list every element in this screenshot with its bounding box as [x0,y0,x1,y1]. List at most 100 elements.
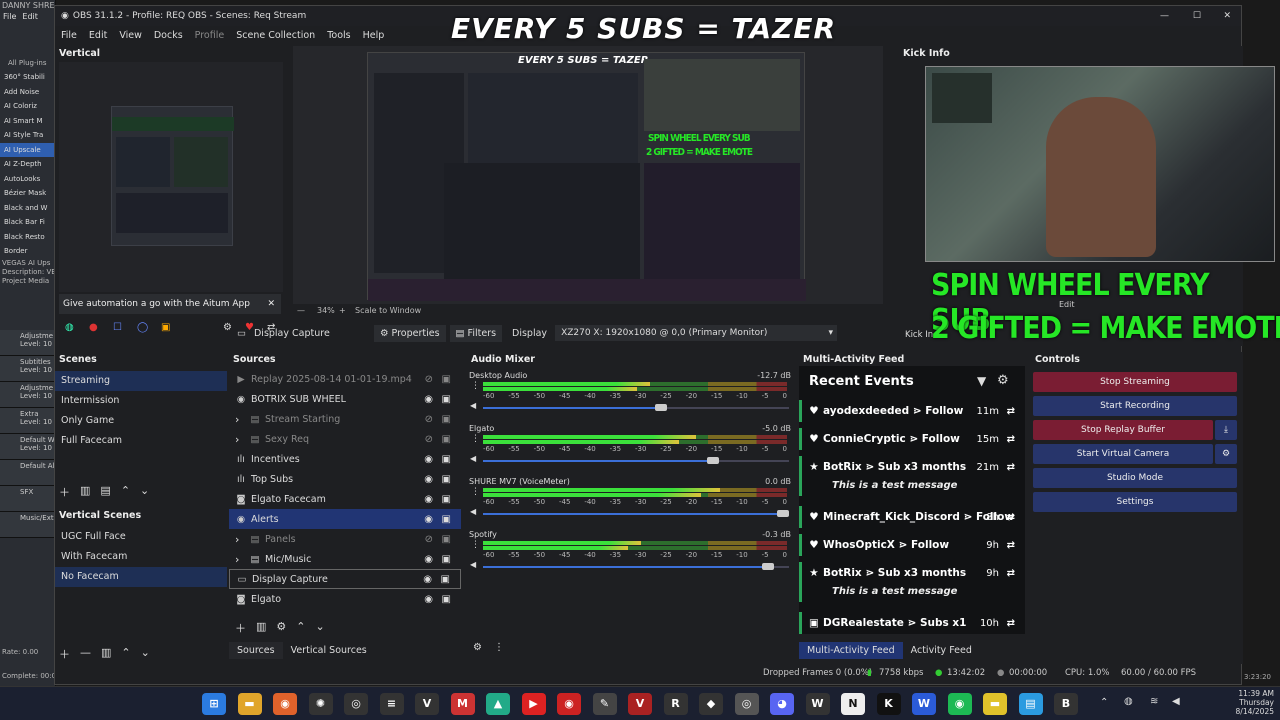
feed-event[interactable]: ♥ ConnieCryptic ⋗ Follow 15m ⇄ [799,428,1021,450]
vegas-track[interactable]: Subtitles Level: 10 [0,355,55,382]
chatgpt-icon[interactable]: ✺ [308,693,333,715]
gmail-icon[interactable]: M [450,693,475,715]
stop-replay-button[interactable]: Stop Replay Buffer [1033,420,1213,440]
start-virtual-camera-button[interactable]: Start Virtual Camera [1033,444,1213,464]
source-row[interactable]: ▭ Display Capture ◉ ▣ [229,569,461,589]
drive-icon[interactable]: ▲ [486,693,510,715]
eye-closed-icon[interactable]: ⊘ [425,534,433,545]
menu-item[interactable]: Docks [148,30,189,41]
scene-item[interactable]: Streaming [55,371,227,391]
discord-icon[interactable]: ◕ [770,693,794,715]
copy-vscene-icon[interactable]: ▥ [101,646,111,662]
filter-funnel-icon[interactable]: ▼ [977,374,986,388]
vegas-fx-item[interactable]: Black Bar Fi [0,215,55,230]
vegas-track[interactable]: Default W Level: 10 [0,433,55,460]
add-scene-icon[interactable]: ＋ [59,484,70,500]
start-recording-button[interactable]: Start Recording [1033,396,1237,416]
network-icon[interactable]: ◍ [1124,696,1133,707]
eye-icon[interactable]: ◉ [423,574,432,585]
menu-item[interactable]: Help [357,30,391,41]
speaker-icon[interactable]: ◀ [470,507,476,516]
lock-icon[interactable]: ▣ [442,494,451,505]
vegas-all-plugins[interactable]: All Plug-ins [0,56,55,70]
speaker-icon[interactable]: ◀ [470,560,476,569]
word-icon[interactable]: W [912,693,936,715]
vscene-down-icon[interactable]: ⌄ [141,646,150,662]
vscene-up-icon[interactable]: ⌃ [121,646,130,662]
menu-item[interactable]: Scene Collection [230,30,321,41]
volume-knob[interactable] [706,457,719,464]
lock-icon[interactable]: ▣ [442,474,451,485]
vertical-scene-item[interactable]: UGC Full Face [55,527,227,547]
obs-active-icon[interactable]: ◎ [734,693,759,715]
voicemeeter-icon[interactable]: V [628,693,652,715]
lock-icon[interactable]: ▣ [442,394,451,405]
mixer-menu-icon[interactable]: ⋮ [494,642,504,653]
settings-button[interactable]: Settings [1033,492,1237,512]
expand-icon[interactable]: › [235,413,249,426]
source-row[interactable]: › ▤ Stream Starting ⊘ ▣ [229,409,461,429]
replay-icon[interactable]: ⇄ [1007,434,1015,445]
tab-multi-activity[interactable]: Multi-Activity Feed [799,642,903,659]
feed-event[interactable]: ♥ ayodexdeeded ⋗ Follow 11m ⇄ [799,400,1021,422]
source-row[interactable]: › ▤ Panels ⊘ ▣ [229,529,461,549]
volume-knob[interactable] [761,563,774,570]
source-row[interactable]: ◉ BOTRIX SUB WHEEL ◉ ▣ [229,389,461,409]
lock-icon[interactable]: ▣ [442,534,451,545]
vegas-track[interactable]: Extra Level: 10 [0,407,55,434]
vegas-fx-item[interactable]: Bézier Mask [0,186,55,201]
folder-icon[interactable]: ▣ [161,322,170,333]
lock-icon[interactable]: ▣ [441,574,450,585]
replay-icon[interactable]: ⇄ [1007,618,1015,629]
mixer-menu-dots-icon[interactable]: ⋮ [471,487,480,497]
lock-icon[interactable]: ▣ [442,374,451,385]
clock[interactable]: 11:39 AM Thursday 8/14/2025 [1222,689,1274,716]
music-icon[interactable]: ◉ [557,693,581,715]
expand-icon[interactable]: › [235,533,249,546]
scene-item[interactable]: Only Game [55,411,227,431]
vegas-track[interactable]: Adjustme Level: 10 [0,329,55,356]
speaker-icon[interactable]: ◀ [470,401,476,410]
tray-chevron-icon[interactable]: ⌃ [1100,697,1108,708]
feed-event[interactable]: ♥ Minecraft_Kick_Discord ⋗ Follow 8h ⇄ [799,506,1021,528]
tab-sources[interactable]: Sources [229,642,283,659]
source-up-icon[interactable]: ⌃ [296,620,305,636]
eye-icon[interactable]: ◉ [424,594,433,605]
eye-closed-icon[interactable]: ⊘ [425,434,433,445]
vegas-fx-item[interactable]: Border [0,244,55,259]
save-replay-button[interactable]: ⤓ [1215,420,1237,440]
replay-icon[interactable]: ⇄ [1007,568,1015,579]
volume-slider[interactable] [483,510,789,517]
close-banner-icon[interactable]: ✕ [267,294,275,314]
automation-banner[interactable]: Give automation a go with the Aitum App … [59,294,281,314]
source-row[interactable]: ılı Top Subs ◉ ▣ [229,469,461,489]
maximize-icon[interactable]: ☐ [1193,11,1201,21]
add-vscene-icon[interactable]: ＋ [59,646,70,662]
source-row[interactable]: › ▤ Sexy Req ⊘ ▣ [229,429,461,449]
menu-item[interactable]: Profile [189,30,231,41]
feed-gear-icon[interactable]: ⚙ [997,373,1009,388]
eye-closed-icon[interactable]: ⊘ [425,414,433,425]
volume-slider[interactable] [483,404,789,411]
vegas-menu-file[interactable]: File [3,11,16,22]
volume-knob[interactable] [654,404,667,411]
feed-event[interactable]: ♥ WhosOpticX ⋗ Follow 9h ⇄ [799,534,1021,556]
lock-icon[interactable]: ▣ [442,414,451,425]
trash-icon[interactable]: ▥ [80,484,90,500]
layers-icon[interactable]: ≡ [379,693,404,715]
replay-icon[interactable]: ⇄ [1007,406,1015,417]
source-row[interactable]: ▶ Replay 2025-08-14 01-01-19.mp4 ⊘ ▣ [229,369,461,389]
source-row[interactable]: ◉ Alerts ◉ ▣ [229,509,461,529]
eye-icon[interactable]: ◉ [424,494,433,505]
main-preview[interactable]: EVERY 5 SUBS = TAZER SPIN WHEEL EVERY SU… [293,46,883,304]
vegas-fx-item[interactable]: Add Noise [0,85,55,100]
record-dot-icon[interactable]: ● [89,322,98,333]
replay-icon[interactable]: ⇄ [1007,540,1015,551]
lock-icon[interactable]: ▣ [442,514,451,525]
mixer-menu-dots-icon[interactable]: ⋮ [471,434,480,444]
expand-icon[interactable]: › [235,433,249,446]
eye-icon[interactable]: ◉ [424,394,433,405]
eye-closed-icon[interactable]: ⊘ [425,374,433,385]
feed-event[interactable]: ▣ DGRealestate ⋗ Subs x1 10h ⇄ [799,612,1021,634]
vegas-fx-item[interactable]: Black and W [0,201,55,216]
